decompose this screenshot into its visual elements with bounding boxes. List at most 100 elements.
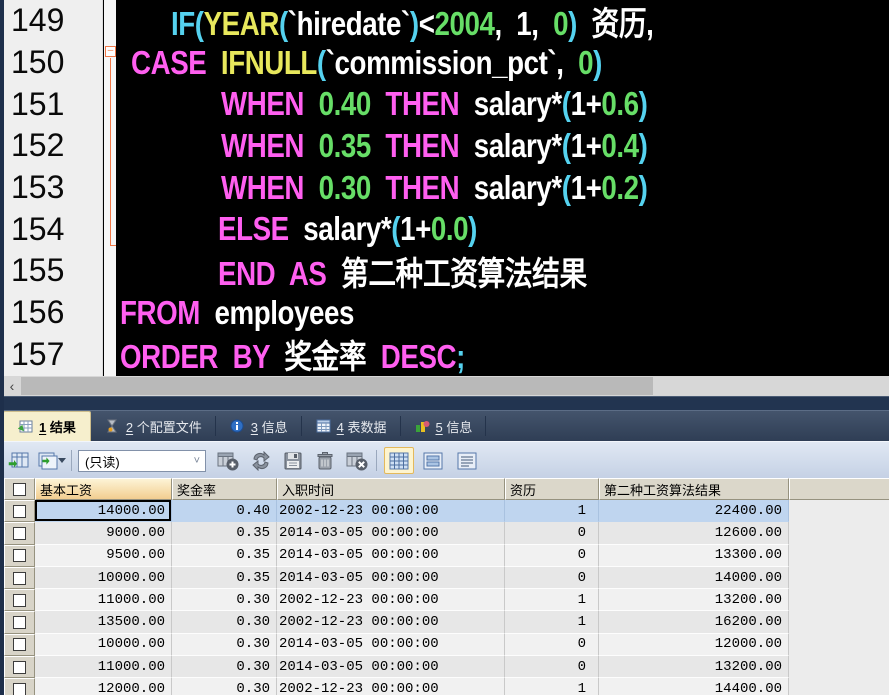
grid-cell[interactable]: 2014-03-05 00:00:00	[277, 566, 505, 590]
grid-cell[interactable]: 11000.00	[35, 656, 172, 679]
column-header[interactable]: 资历	[505, 478, 599, 500]
grid-cell[interactable]: 14400.00	[599, 678, 789, 695]
table-row[interactable]: 13500.00 0.30 2002-12-23 00:00:00 1 16200.00	[4, 611, 889, 634]
grid-cell[interactable]: 0.35	[172, 522, 277, 545]
grid-view-button[interactable]	[384, 447, 414, 474]
grid-cell[interactable]: 1	[505, 611, 599, 634]
table-row[interactable]: 10000.00 0.35 2014-03-05 00:00:00 0 14000.00	[4, 566, 889, 590]
add-record-button[interactable]	[215, 448, 241, 473]
grid-cell[interactable]: 0	[505, 633, 599, 657]
grid-options-caret-icon[interactable]	[56, 448, 68, 473]
grid-cell[interactable]: 12600.00	[599, 522, 789, 545]
row-selector-cell[interactable]	[4, 589, 35, 612]
grid-cell[interactable]: 1	[505, 589, 599, 612]
grid-cell[interactable]: 0.30	[172, 678, 277, 695]
sql-editor[interactable]: 149 150 151 152 153 154 155 156 157 – IF(YEAR(`h…	[0, 0, 889, 376]
scroll-left-arrow-icon[interactable]: ‹	[4, 376, 20, 396]
grid-cell[interactable]: 14000.00	[599, 566, 789, 590]
table-row[interactable]: 9000.00 0.35 2014-03-05 00:00:00 0 12600.00	[4, 522, 889, 545]
save-button[interactable]	[280, 448, 306, 473]
grid-cell[interactable]: 2002-12-23 00:00:00	[277, 678, 505, 695]
grid-cell[interactable]: 2014-03-05 00:00:00	[277, 544, 505, 567]
row-checkbox[interactable]	[13, 504, 26, 518]
row-checkbox[interactable]	[13, 660, 26, 674]
grid-cell[interactable]: 0.30	[172, 589, 277, 612]
grid-cell[interactable]: 11000.00	[35, 589, 172, 612]
row-checkbox[interactable]	[13, 616, 26, 630]
row-selector-cell[interactable]	[4, 522, 35, 545]
grid-cell[interactable]: 2002-12-23 00:00:00	[277, 611, 505, 634]
grid-cell[interactable]: 1	[505, 678, 599, 695]
tab-info-1[interactable]: 3 信息	[216, 411, 302, 441]
row-checkbox[interactable]	[13, 571, 26, 585]
grid-cell[interactable]: 10000.00	[35, 566, 172, 590]
grid-cell[interactable]: 0.35	[172, 566, 277, 590]
grid-cell[interactable]: 9500.00	[35, 544, 172, 567]
grid-cell[interactable]: 0.30	[172, 633, 277, 657]
grid-cell[interactable]: 2014-03-05 00:00:00	[277, 656, 505, 679]
grid-cell[interactable]: 0	[505, 566, 599, 590]
text-view-button[interactable]	[452, 447, 482, 474]
editor-results-splitter[interactable]	[0, 396, 889, 410]
grid-cell[interactable]: 13200.00	[599, 656, 789, 679]
row-selector-cell[interactable]	[4, 633, 35, 657]
result-grid[interactable]: 基本工资 奖金率 入职时间 资历 第二种工资算法结果 14000.00 0.40 2002-…	[4, 478, 889, 695]
readonly-select[interactable]: (只读) ˅	[78, 450, 206, 472]
grid-cell[interactable]: 2014-03-05 00:00:00	[277, 633, 505, 657]
row-checkbox[interactable]	[13, 683, 26, 695]
editor-horizontal-scrollbar[interactable]: ‹	[0, 376, 889, 396]
tab-result[interactable]: 1 结果	[3, 411, 91, 441]
grid-cell[interactable]: 2002-12-23 00:00:00	[277, 589, 505, 612]
fold-collapse-icon[interactable]: –	[105, 46, 116, 57]
column-header[interactable]: 基本工资	[35, 478, 172, 500]
grid-cell[interactable]: 12000.00	[35, 678, 172, 695]
table-row[interactable]: 10000.00 0.30 2014-03-05 00:00:00 0 12000.00	[4, 633, 889, 657]
select-all-checkbox[interactable]	[13, 482, 26, 496]
grid-cell[interactable]: 16200.00	[599, 611, 789, 634]
row-checkbox[interactable]	[13, 593, 26, 607]
refresh-button[interactable]	[248, 448, 274, 473]
table-row[interactable]: 14000.00 0.40 2002-12-23 00:00:00 1 22400.00	[4, 500, 889, 523]
cancel-changes-button[interactable]	[344, 448, 370, 473]
row-selector-cell[interactable]	[4, 678, 35, 695]
grid-cell[interactable]: 2002-12-23 00:00:00	[277, 500, 505, 523]
scrollbar-thumb[interactable]	[21, 377, 653, 395]
delete-record-button[interactable]	[312, 448, 338, 473]
show-grid-button[interactable]	[6, 448, 32, 473]
grid-cell[interactable]: 0.35	[172, 544, 277, 567]
grid-cell[interactable]: 13500.00	[35, 611, 172, 634]
row-selector-cell[interactable]	[4, 500, 35, 523]
column-header[interactable]: 入职时间	[277, 478, 505, 500]
form-view-button[interactable]	[418, 447, 448, 474]
select-all-header-cell[interactable]	[4, 478, 35, 500]
row-selector-cell[interactable]	[4, 544, 35, 567]
column-header[interactable]: 奖金率	[172, 478, 277, 500]
grid-cell[interactable]: 12000.00	[599, 633, 789, 657]
tab-profiles[interactable]: 2 个配置文件	[91, 411, 216, 441]
row-checkbox[interactable]	[13, 549, 26, 563]
table-row[interactable]: 9500.00 0.35 2014-03-05 00:00:00 0 13300.00	[4, 544, 889, 567]
grid-cell[interactable]: 9000.00	[35, 522, 172, 545]
table-row[interactable]: 11000.00 0.30 2002-12-23 00:00:00 1 13200.00	[4, 589, 889, 612]
row-selector-cell[interactable]	[4, 566, 35, 590]
row-selector-cell[interactable]	[4, 656, 35, 679]
table-row[interactable]: 11000.00 0.30 2014-03-05 00:00:00 0 13200.00	[4, 656, 889, 679]
grid-cell[interactable]: 0.30	[172, 656, 277, 679]
tab-table-data[interactable]: 4 表数据	[302, 411, 401, 441]
tab-info-2[interactable]: 5 信息	[401, 411, 487, 441]
row-checkbox[interactable]	[13, 638, 26, 652]
grid-cell[interactable]: 0	[505, 656, 599, 679]
row-checkbox[interactable]	[13, 526, 26, 540]
grid-cell[interactable]: 22400.00	[599, 500, 789, 523]
grid-cell[interactable]: 1	[505, 500, 599, 523]
grid-cell[interactable]: 13300.00	[599, 544, 789, 567]
row-selector-cell[interactable]	[4, 611, 35, 634]
grid-cell[interactable]: 2014-03-05 00:00:00	[277, 522, 505, 545]
grid-cell[interactable]: 0.30	[172, 611, 277, 634]
column-header[interactable]: 第二种工资算法结果	[599, 478, 789, 500]
table-row[interactable]: 12000.00 0.30 2002-12-23 00:00:00 1 14400.00	[4, 678, 889, 695]
grid-cell[interactable]: 0	[505, 544, 599, 567]
code-area[interactable]: IF(YEAR(`hiredate`)<2004, 1, 0) 资历, CASE …	[116, 0, 889, 376]
grid-cell[interactable]: 13200.00	[599, 589, 789, 612]
grid-cell[interactable]: 10000.00	[35, 633, 172, 657]
